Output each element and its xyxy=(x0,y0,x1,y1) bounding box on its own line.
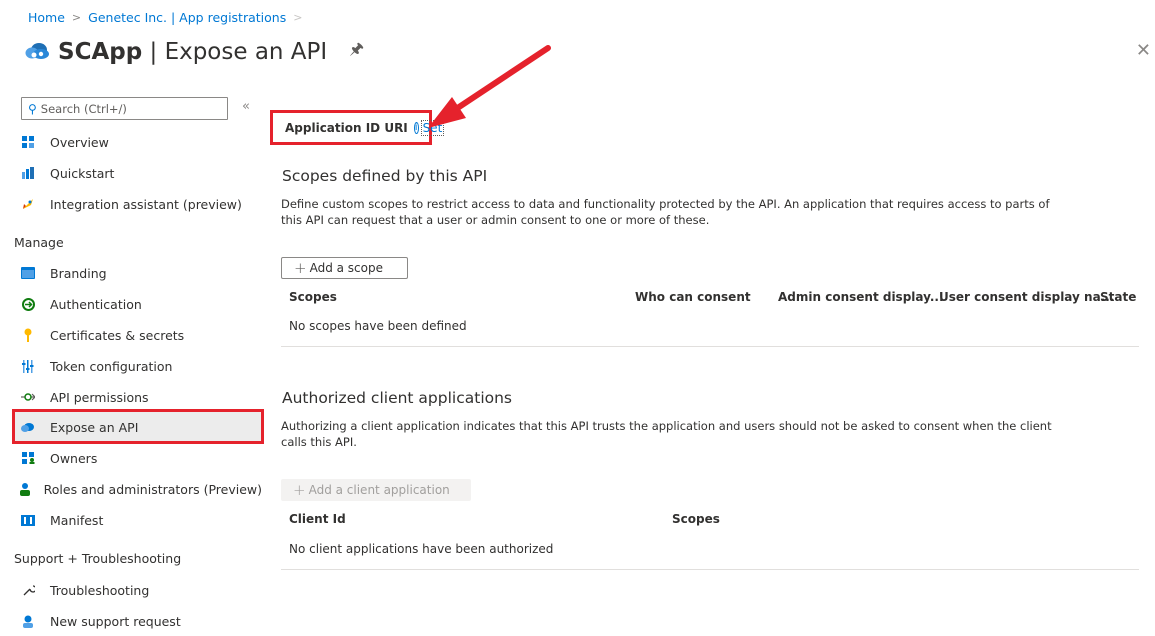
highlight-box-expose-api xyxy=(12,409,264,444)
application-id-uri-row: Application ID URI i Set xyxy=(270,110,445,145)
breadcrumb-home[interactable]: Home xyxy=(28,10,65,25)
sidebar-item-quickstart[interactable]: Quickstart xyxy=(14,158,262,188)
scopes-empty-message: No scopes have been defined xyxy=(289,319,467,333)
sidebar-item-roles-administrators[interactable]: Roles and administrators (Preview) xyxy=(14,474,262,504)
column-header-who-can-consent[interactable]: Who can consent xyxy=(635,290,751,304)
sidebar-item-overview[interactable]: Overview xyxy=(14,127,262,157)
column-header-user-consent-display[interactable]: User consent display na... xyxy=(939,290,1114,304)
api-permissions-icon xyxy=(14,392,42,402)
sidebar-item-owners[interactable]: Owners xyxy=(14,443,262,473)
sidebar-item-manifest[interactable]: Manifest xyxy=(14,505,262,535)
sidebar-item-label: Roles and administrators (Preview) xyxy=(43,481,262,497)
sidebar-item-label: Manifest xyxy=(50,512,104,528)
plus-icon: + xyxy=(294,259,307,277)
collapse-sidebar-icon[interactable]: « xyxy=(242,99,250,114)
add-client-application-button[interactable]: + Add a client application xyxy=(281,479,471,501)
column-header-client-id[interactable]: Client Id xyxy=(289,512,346,526)
search-icon: ⚲ xyxy=(28,101,37,116)
overview-icon xyxy=(14,136,42,148)
sidebar-item-api-permissions[interactable]: API permissions xyxy=(14,382,262,412)
owners-icon xyxy=(14,452,42,464)
sidebar-item-integration-assistant[interactable]: Integration assistant (preview) xyxy=(14,189,262,219)
close-icon[interactable]: ✕ xyxy=(1136,40,1151,61)
authentication-icon xyxy=(14,297,42,311)
wrench-icon xyxy=(14,584,42,597)
section-support-troubleshooting: Support + Troubleshooting xyxy=(14,551,182,566)
sidebar-item-label: Troubleshooting xyxy=(50,582,150,598)
scopes-description: Define custom scopes to restrict access … xyxy=(281,197,1050,227)
divider xyxy=(281,346,1139,347)
plus-icon: + xyxy=(293,481,306,499)
sidebar-item-label: Certificates & secrets xyxy=(50,327,185,343)
scopes-heading: Scopes defined by this API xyxy=(282,167,488,185)
support-icon xyxy=(14,615,42,628)
key-icon xyxy=(14,328,42,342)
sidebar-item-label: Authentication xyxy=(50,296,142,312)
add-scope-label: Add a scope xyxy=(309,261,383,275)
sidebar-item-label: Owners xyxy=(50,450,98,466)
app-cloud-icon xyxy=(24,39,50,65)
manifest-icon xyxy=(14,514,42,526)
sidebar-item-label: API permissions xyxy=(50,389,149,405)
section-manage: Manage xyxy=(14,235,64,250)
column-header-admin-consent-display[interactable]: Admin consent display... xyxy=(778,290,944,304)
breadcrumb-separator: > xyxy=(293,11,303,24)
authorized-clients-heading: Authorized client applications xyxy=(282,389,513,407)
application-id-uri-label: Application ID URI xyxy=(285,120,408,135)
set-application-id-link[interactable]: Set xyxy=(420,119,445,136)
page-header: SCApp | Expose an API 🖈 xyxy=(24,38,364,65)
branding-icon xyxy=(14,267,42,279)
sidebar-item-label: Branding xyxy=(50,265,107,281)
token-icon xyxy=(14,359,42,373)
page-title: SCApp | Expose an API xyxy=(58,38,328,65)
sidebar-item-troubleshooting[interactable]: Troubleshooting xyxy=(14,575,262,605)
add-scope-button[interactable]: + Add a scope xyxy=(281,257,408,279)
sidebar-item-token-configuration[interactable]: Token configuration xyxy=(14,351,262,381)
add-client-application-label: Add a client application xyxy=(308,483,450,497)
column-header-state[interactable]: State xyxy=(1100,290,1136,304)
search-placeholder: Search (Ctrl+/) xyxy=(40,101,127,116)
sidebar-item-new-support-request[interactable]: New support request xyxy=(14,606,262,636)
rocket-icon xyxy=(14,197,42,211)
sidebar-item-authentication[interactable]: Authentication xyxy=(14,289,262,319)
sidebar-search-input[interactable]: ⚲ Search (Ctrl+/) xyxy=(21,97,228,120)
sidebar-item-certificates-secrets[interactable]: Certificates & secrets xyxy=(14,320,262,350)
quickstart-icon xyxy=(14,167,42,179)
breadcrumb: Home > Genetec Inc. | App registrations … xyxy=(28,10,309,25)
sidebar-item-label: New support request xyxy=(50,613,181,629)
pin-icon[interactable]: 🖈 xyxy=(349,38,364,65)
column-header-client-scopes[interactable]: Scopes xyxy=(672,512,720,526)
sidebar-item-label: Overview xyxy=(50,134,109,150)
info-icon[interactable]: i xyxy=(413,121,419,134)
authorized-clients-description: Authorizing a client application indicat… xyxy=(281,419,1052,449)
divider xyxy=(281,569,1139,570)
breadcrumb-separator: > xyxy=(71,11,82,24)
column-header-scopes[interactable]: Scopes xyxy=(289,290,337,304)
sidebar-item-label: Integration assistant (preview) xyxy=(50,196,242,212)
sidebar-item-label: Quickstart xyxy=(50,165,115,181)
sidebar-item-label: Token configuration xyxy=(50,358,173,374)
breadcrumb-app-registrations[interactable]: Genetec Inc. | App registrations xyxy=(88,10,286,25)
clients-empty-message: No client applications have been authori… xyxy=(289,542,554,556)
sidebar-item-branding[interactable]: Branding xyxy=(14,258,262,288)
roles-icon xyxy=(14,482,36,496)
